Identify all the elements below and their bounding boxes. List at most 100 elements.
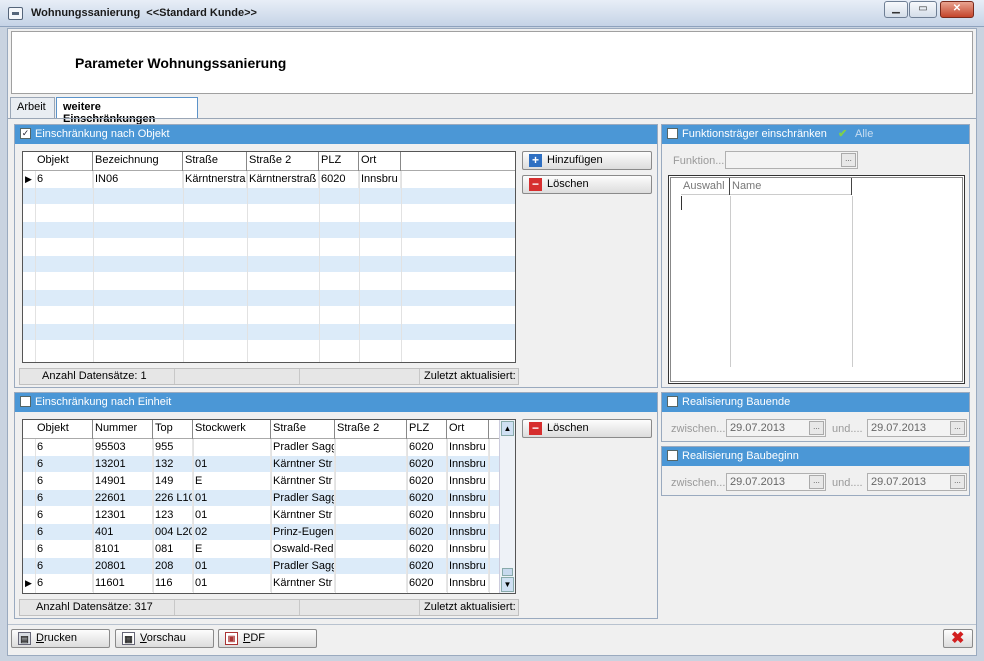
pdf-button[interactable]: ▣ PDF (218, 629, 317, 648)
table-cell: 116 (153, 575, 193, 592)
table-row[interactable]: 6 13201 132 01 Kärntner Str 6020 Innsbru (23, 456, 499, 473)
scroll-up-icon[interactable]: ▲ (501, 421, 514, 436)
table-row[interactable]: 6 12301 123 01 Kärntner Str 6020 Innsbru (23, 507, 499, 524)
table-row[interactable] (23, 222, 515, 239)
objekt-grid[interactable]: Objekt Bezeichnung Straße Straße 2 PLZ Ort ▶ 6 I… (22, 151, 516, 363)
plus-icon: + (529, 154, 542, 167)
funktion-section: Funktionsträger einschränken ✔ Alle Funk… (661, 124, 970, 388)
add-objekt-button[interactable]: + Hinzufügen (522, 151, 652, 170)
einheit-scrollbar[interactable]: ▲ ▼ (499, 420, 515, 593)
calendar-icon[interactable]: ... (950, 475, 965, 489)
col-objekt-2[interactable]: Straße (183, 152, 247, 171)
bauende-from-date[interactable]: 29.07.2013 ... (726, 419, 826, 437)
scroll-down-icon[interactable]: ▼ (501, 577, 514, 592)
einheit-checkbox[interactable] (20, 396, 31, 407)
table-row[interactable]: 6 401 004 L20 02 Prinz-Eugen- 6020 Innsbru (23, 524, 499, 541)
table-row[interactable] (23, 273, 515, 290)
tab-weitere-einschraenkungen[interactable]: weitere Einschränkungen (56, 97, 198, 125)
preview-button[interactable]: ▦ Vorschau (115, 629, 214, 648)
table-row[interactable] (23, 239, 515, 256)
bauende-to-date[interactable]: 29.07.2013 ... (867, 419, 967, 437)
col-objekt-0[interactable]: Objekt (35, 152, 93, 171)
col-einheit-2[interactable]: Top (153, 420, 193, 439)
table-row[interactable]: ▶ 6 IN06 Kärntnerstra Kärntnerstraß 6020 Innsb… (23, 171, 515, 188)
table-row[interactable] (23, 205, 515, 222)
einheit-section-label: Einschränkung nach Einheit (35, 396, 172, 408)
table-cell: 149 (153, 473, 193, 490)
table-cell: 20801 (93, 558, 153, 575)
table-row[interactable] (23, 188, 515, 205)
table-row[interactable]: 6 22601 226 L10 01 Pradler Sagg 6020 Innsbru (23, 490, 499, 507)
baubeginn-from-date[interactable]: 29.07.2013 ... (726, 473, 826, 491)
funktion-grid[interactable]: Auswahl Name (668, 175, 965, 384)
baubeginn-checkbox[interactable] (667, 450, 678, 461)
table-row[interactable] (23, 307, 515, 324)
delete-objekt-button[interactable]: − Löschen (522, 175, 652, 194)
table-row[interactable] (23, 256, 515, 273)
table-cell: Kärntnerstra (183, 171, 247, 188)
einheit-status-bar: Anzahl Datensätze: 317 Zuletzt aktualisi… (19, 599, 519, 616)
col-einheit-4[interactable]: Straße (271, 420, 335, 439)
calendar-icon[interactable]: ... (950, 421, 965, 435)
col-einheit-6[interactable]: PLZ (407, 420, 447, 439)
table-cell: 6 (35, 490, 93, 507)
col-einheit-3[interactable]: Stockwerk (193, 420, 271, 439)
table-cell: 6 (35, 558, 93, 575)
close-window-button[interactable]: ✕ (940, 1, 974, 18)
table-row[interactable]: 6 14901 149 E Kärntner Str 6020 Innsbru (23, 473, 499, 490)
table-cell: 6 (35, 456, 93, 473)
table-cell: 6020 (407, 439, 447, 456)
bauende-to-label: und.... (832, 423, 863, 435)
table-cell: IN06 (93, 171, 183, 188)
table-cell: Pradler Sagg (271, 490, 335, 507)
col-objekt-4[interactable]: PLZ (319, 152, 359, 171)
close-button[interactable]: ✖ (943, 629, 973, 648)
add-objekt-label: Hinzufügen (547, 154, 603, 166)
col-einheit-1[interactable]: Nummer (93, 420, 153, 439)
preview-icon: ▦ (122, 632, 135, 645)
scroll-thumb[interactable] (502, 568, 513, 576)
funktion-grid-header: Auswahl Name (681, 178, 852, 195)
table-row[interactable]: 6 8101 081 E Oswald-Red 6020 Innsbru (23, 541, 499, 558)
col-einheit-5[interactable]: Straße 2 (335, 420, 407, 439)
einheit-grid[interactable]: Objekt Nummer Top Stockwerk Straße Straße 2 PL… (22, 419, 516, 594)
calendar-icon[interactable]: ... (809, 475, 824, 489)
funktion-checkbox[interactable] (667, 128, 678, 139)
col-einheit-0[interactable]: Objekt (35, 420, 93, 439)
table-row[interactable]: 6 95503 955 Pradler Sagg 6020 Innsbru (23, 439, 499, 456)
table-cell: E (193, 541, 271, 558)
table-cell: 8101 (93, 541, 153, 558)
table-row[interactable] (23, 324, 515, 341)
minimize-button[interactable]: ▁ (884, 1, 908, 18)
col-objekt-3[interactable]: Straße 2 (247, 152, 319, 171)
col-objekt-5[interactable]: Ort (359, 152, 401, 171)
table-row[interactable]: 6 20801 208 01 Pradler Sagg 6020 Innsbru (23, 558, 499, 575)
status-cell (175, 600, 300, 615)
bauende-from-value: 29.07.2013 (730, 422, 786, 434)
table-row[interactable] (23, 341, 515, 358)
window-menu-icon[interactable] (8, 7, 23, 20)
printer-icon: ▤ (18, 632, 31, 645)
table-row[interactable]: ▶ 6 11601 116 01 Kärntner Str 6020 Innsbru (23, 575, 499, 592)
table-row[interactable] (23, 290, 515, 307)
table-cell: Pradler Sagg (271, 439, 335, 456)
calendar-icon[interactable]: ... (809, 421, 824, 435)
ellipsis-icon[interactable]: ... (841, 153, 856, 167)
alle-label[interactable]: Alle (855, 128, 873, 140)
print-button[interactable]: ▤ Drucken (11, 629, 110, 648)
objekt-checkbox[interactable]: ✓ (20, 128, 31, 139)
bauende-checkbox[interactable] (667, 396, 678, 407)
baubeginn-to-date[interactable]: 29.07.2013 ... (867, 473, 967, 491)
table-cell: Oswald-Red (271, 541, 335, 558)
funktion-field[interactable]: ... (725, 151, 858, 169)
maximize-button[interactable]: ▭ (909, 1, 937, 18)
table-cell: 01 (193, 490, 271, 507)
col-objekt-1[interactable]: Bezeichnung (93, 152, 183, 171)
tab-arbeit[interactable]: Arbeit (10, 97, 55, 118)
delete-einheit-button[interactable]: − Löschen (522, 419, 652, 438)
table-cell: Kärntner Str (271, 507, 335, 524)
row-indicator-icon: ▶ (25, 578, 32, 588)
col-einheit-7[interactable]: Ort (447, 420, 489, 439)
table-cell: 004 L20 (153, 524, 193, 541)
status-cell (300, 369, 420, 384)
